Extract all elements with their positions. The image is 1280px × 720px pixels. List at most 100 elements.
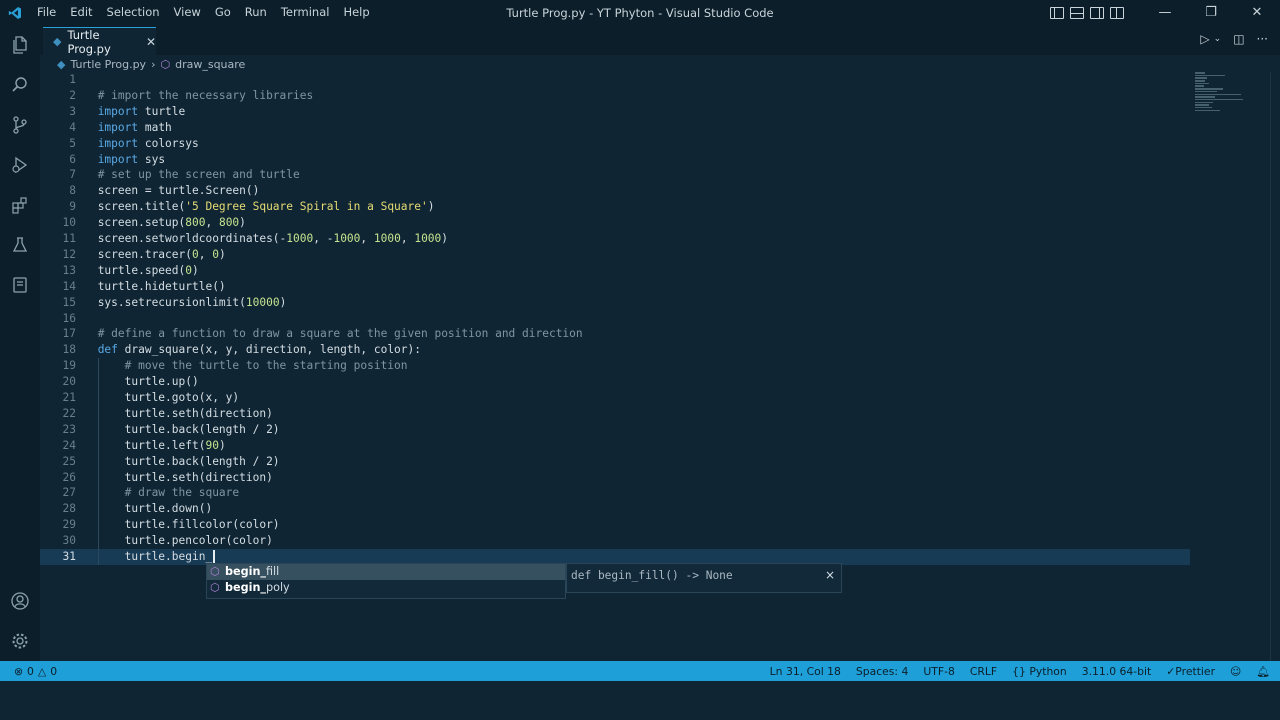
notifications-bell-icon[interactable]: 🔔︎ [1256, 665, 1270, 678]
testing-icon[interactable] [0, 225, 40, 265]
indentation[interactable]: Spaces: 4 [856, 665, 908, 678]
prettier-status[interactable]: ✓Prettier [1166, 665, 1215, 678]
code-line[interactable]: 15 sys.setrecursionlimit(10000) [40, 295, 1190, 311]
menu-help[interactable]: Help [336, 0, 376, 25]
line-number: 24 [62, 438, 76, 452]
line-number: 22 [62, 406, 76, 420]
source-control-icon[interactable] [0, 105, 40, 145]
cursor-position[interactable]: Ln 31, Col 18 [770, 665, 841, 678]
code-line[interactable]: 26 turtle.seth(direction) [40, 470, 1190, 486]
code-line[interactable]: 24 turtle.left(90) [40, 438, 1190, 454]
desktop-background [0, 681, 1280, 720]
breadcrumb-file[interactable]: Turtle Prog.py [70, 58, 146, 71]
code-line[interactable]: 2 # import the necessary libraries [40, 88, 1190, 104]
vscode-logo-icon [0, 0, 30, 25]
python-interpreter[interactable]: 3.11.0 64-bit [1082, 665, 1152, 678]
method-icon: ⬡ [210, 581, 220, 594]
suggestion-begin-poly[interactable]: ⬡ begin_poly [207, 580, 565, 596]
status-bar: ⊗ 0 △ 0 Ln 31, Col 18 Spaces: 4 UTF-8 CR… [0, 661, 1280, 681]
code-line[interactable]: 30 turtle.pencolor(color) [40, 533, 1190, 549]
code-line[interactable]: 10 screen.setup(800, 800) [40, 215, 1190, 231]
menu-edit[interactable]: Edit [63, 0, 99, 25]
manage-gear-icon[interactable] [0, 621, 40, 661]
error-icon: ⊗ [14, 664, 24, 678]
error-count: 0 [27, 664, 34, 678]
menu-go[interactable]: Go [208, 0, 238, 25]
code-line[interactable]: 5 import colorsys [40, 136, 1190, 152]
close-details-icon[interactable]: × [825, 568, 835, 582]
code-line[interactable]: 6 import sys [40, 152, 1190, 168]
tab-turtle-prog[interactable]: ◆ Turtle Prog.py ✕ [43, 27, 156, 56]
code-line[interactable]: 9 screen.title('5 Degree Square Spiral in… [40, 199, 1190, 215]
suggestion-rest: poly [266, 581, 290, 594]
code-line[interactable]: 3 import turtle [40, 104, 1190, 120]
code-line[interactable]: 19 # move the turtle to the starting pos… [40, 358, 1190, 374]
run-python-file-icon[interactable]: ▷ [1200, 32, 1209, 46]
method-icon: ⬡ [210, 565, 220, 578]
line-number: 8 [69, 184, 76, 198]
minimize-icon[interactable]: — [1142, 0, 1188, 25]
close-tab-icon[interactable]: ✕ [146, 35, 156, 49]
code-line[interactable]: 18 def draw_square(x, y, direction, lengt… [40, 342, 1190, 358]
warning-icon: △ [37, 664, 47, 678]
end-of-line[interactable]: CRLF [970, 665, 997, 678]
line-number: 25 [62, 454, 76, 468]
line-number: 6 [69, 152, 76, 166]
warning-count: 0 [50, 664, 58, 678]
tab-label: Turtle Prog.py [67, 27, 111, 56]
toggle-panel-icon[interactable] [1070, 6, 1084, 19]
run-debug-icon[interactable] [0, 145, 40, 185]
menu-terminal[interactable]: Terminal [274, 0, 337, 25]
code-line[interactable]: 25 turtle.back(length / 2) [40, 454, 1190, 470]
more-actions-icon[interactable]: ··· [1257, 32, 1268, 46]
feedback-icon[interactable]: ☺ [1230, 665, 1241, 678]
vertical-scrollbar[interactable] [1270, 72, 1280, 661]
code-line[interactable]: 1 [40, 72, 1190, 88]
explorer-icon[interactable] [0, 25, 40, 65]
menu-view[interactable]: View [167, 0, 208, 25]
code-line[interactable]: 11 screen.setworldcoordinates(-1000, -100… [40, 231, 1190, 247]
toggle-secondary-sidebar-icon[interactable] [1090, 6, 1104, 19]
code-line[interactable]: 12 screen.tracer(0, 0) [40, 247, 1190, 263]
run-dropdown-chevron-icon[interactable]: ⌄ [1214, 34, 1222, 46]
code-line[interactable]: 20 turtle.up() [40, 374, 1190, 390]
remote-explorer-icon[interactable] [0, 265, 40, 305]
code-line[interactable]: 16 [40, 311, 1190, 327]
code-line[interactable]: 13 turtle.speed(0) [40, 263, 1190, 279]
language-mode[interactable]: {} Python [1012, 665, 1067, 678]
menu-file[interactable]: File [30, 0, 63, 25]
customize-layout-icon[interactable] [1110, 6, 1124, 19]
code-line[interactable]: 21 turtle.goto(x, y) [40, 390, 1190, 406]
title-bar: File Edit Selection View Go Run Terminal… [0, 0, 1280, 25]
line-number: 3 [69, 104, 76, 118]
suggestion-begin-fill[interactable]: ⬡ begin_fill [207, 564, 565, 580]
split-editor-icon[interactable]: ◫ [1233, 32, 1244, 46]
menu-selection[interactable]: Selection [100, 0, 167, 25]
code-line[interactable]: 22 turtle.seth(direction) [40, 406, 1190, 422]
restore-icon[interactable]: ❐ [1188, 0, 1234, 25]
code-line[interactable]: 28 turtle.down() [40, 501, 1190, 517]
code-line[interactable]: 14 turtle.hideturtle() [40, 279, 1190, 295]
line-number: 26 [62, 470, 76, 484]
toggle-primary-sidebar-icon[interactable] [1050, 6, 1064, 19]
accounts-icon[interactable] [0, 581, 40, 621]
close-window-icon[interactable]: ✕ [1234, 0, 1280, 25]
code-line[interactable]: 29 turtle.fillcolor(color) [40, 517, 1190, 533]
menu-run[interactable]: Run [238, 0, 274, 25]
code-text: # move the turtle to the starting positi… [97, 359, 408, 373]
extensions-icon[interactable] [0, 185, 40, 225]
code-line[interactable]: 23 turtle.back(length / 2) [40, 422, 1190, 438]
code-line[interactable]: 8 screen = turtle.Screen() [40, 183, 1190, 199]
minimap[interactable] [1195, 72, 1255, 122]
search-icon[interactable] [0, 65, 40, 105]
code-line[interactable]: 4 import math [40, 120, 1190, 136]
code-text: turtle.seth(direction) [97, 406, 273, 420]
prettier-label: Prettier [1175, 664, 1216, 678]
code-line[interactable]: 17 # define a function to draw a square a… [40, 326, 1190, 342]
code-line[interactable]: 7 # set up the screen and turtle [40, 167, 1190, 183]
problems-indicator[interactable]: ⊗ 0 △ 0 [0, 665, 57, 678]
breadcrumb-symbol[interactable]: draw_square [175, 58, 245, 71]
encoding[interactable]: UTF-8 [923, 665, 954, 678]
code-text: turtle.back(length / 2) [97, 454, 280, 468]
code-line[interactable]: 27 # draw the square [40, 485, 1190, 501]
